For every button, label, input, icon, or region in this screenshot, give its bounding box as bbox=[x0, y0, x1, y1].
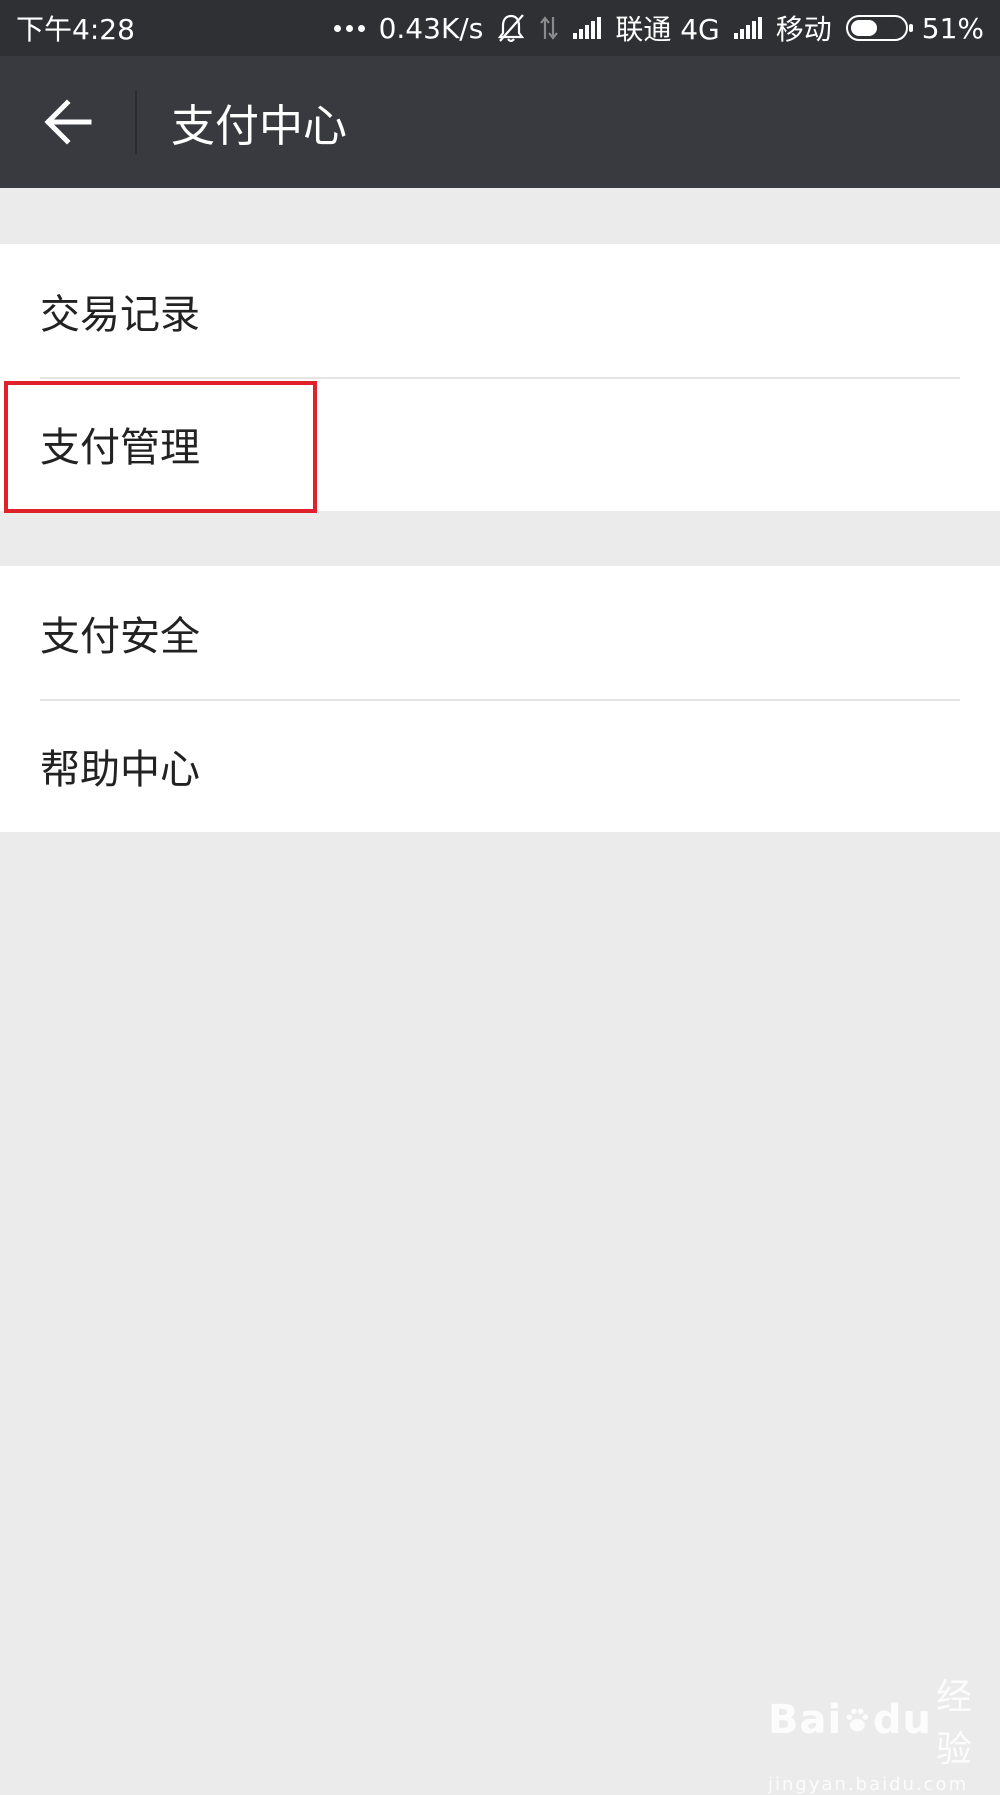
status-bar: 下午4:28 0.43K/s 联通 4G 移动 51% bbox=[0, 0, 1000, 56]
back-button[interactable] bbox=[0, 56, 135, 188]
more-dots-icon bbox=[333, 24, 365, 32]
title-bar: 支付中心 bbox=[0, 56, 1000, 188]
menu-group-2: 支付安全 帮助中心 bbox=[0, 566, 1000, 832]
carrier-2: 移动 bbox=[775, 13, 832, 46]
net-speed: 0.43K/s bbox=[378, 11, 484, 45]
battery-text: 51% bbox=[921, 11, 984, 45]
page-title: 支付中心 bbox=[171, 101, 347, 152]
watermark-brand: Bai du 经验 bbox=[768, 1677, 973, 1770]
status-time: 下午4:28 bbox=[16, 13, 135, 46]
signal-icon bbox=[573, 17, 602, 39]
menu-item-transaction-records[interactable]: 交易记录 bbox=[0, 244, 1000, 377]
menu-item-label: 帮助中心 bbox=[40, 746, 200, 793]
menu-item-label: 交易记录 bbox=[40, 291, 200, 338]
carrier-1: 联通 4G bbox=[615, 13, 720, 46]
header-divider bbox=[135, 90, 137, 154]
back-arrow-icon bbox=[43, 99, 91, 145]
menu-item-help-center[interactable]: 帮助中心 bbox=[0, 699, 1000, 832]
baidu-watermark: Bai du 经验 jingyan.baidu.com bbox=[768, 1668, 978, 1795]
data-arrows-icon bbox=[540, 16, 559, 40]
signal-icon bbox=[733, 17, 762, 39]
menu-group-1: 交易记录 支付管理 bbox=[0, 244, 1000, 511]
menu-item-label: 支付管理 bbox=[40, 424, 200, 471]
battery-icon bbox=[845, 15, 913, 41]
mute-bell-icon bbox=[498, 14, 525, 43]
menu-item-label: 支付安全 bbox=[40, 613, 200, 660]
paw-icon bbox=[846, 1708, 869, 1732]
menu-item-payment-security[interactable]: 支付安全 bbox=[0, 566, 1000, 699]
watermark-url: jingyan.baidu.com bbox=[768, 1774, 969, 1795]
menu-item-payment-management[interactable]: 支付管理 bbox=[0, 377, 1000, 510]
status-icons: 0.43K/s 联通 4G 移动 51% bbox=[333, 8, 984, 48]
